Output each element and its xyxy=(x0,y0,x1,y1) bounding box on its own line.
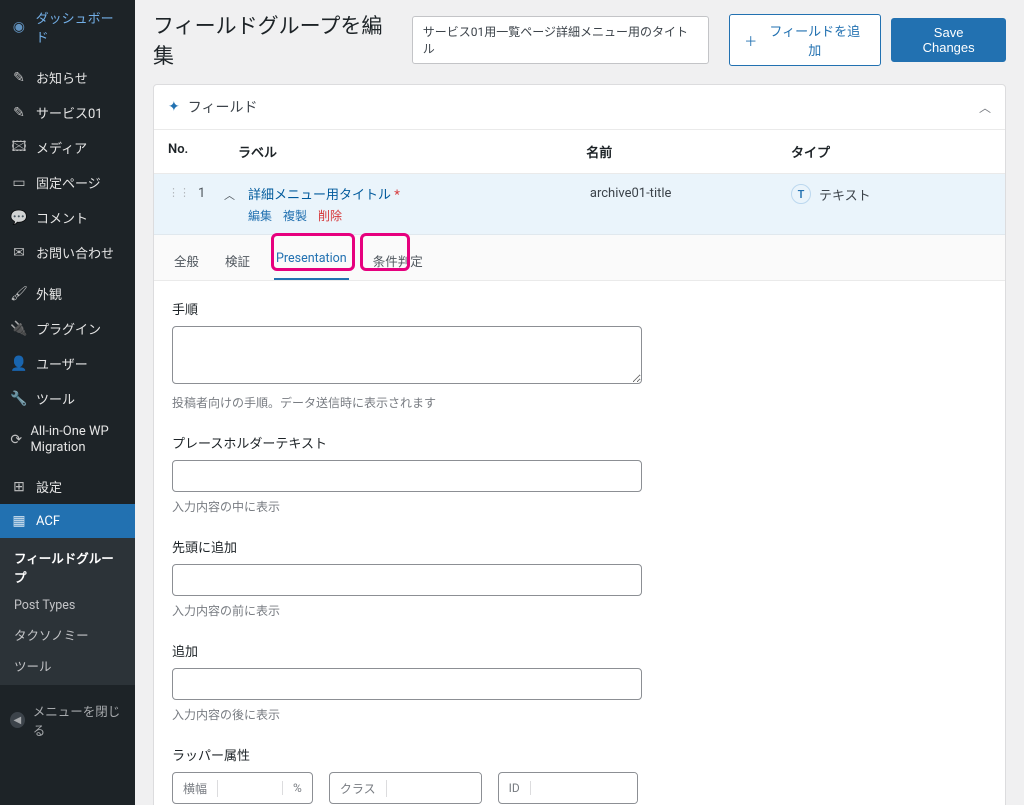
menu-contact[interactable]: ✉お問い合わせ xyxy=(0,235,135,270)
row-actions: 編集 複製 削除 xyxy=(248,207,590,224)
wrapper-id-box: ID xyxy=(498,772,638,804)
placeholder-input[interactable] xyxy=(172,460,642,492)
append-help: 入力内容の後に表示 xyxy=(172,706,987,723)
field-settings-body: 手順 投稿者向けの手順。データ送信時に表示されます プレースホルダーテキスト 入… xyxy=(154,281,1005,805)
wrapper-id-input[interactable] xyxy=(531,773,637,803)
wrapper-width-pct: % xyxy=(282,781,312,795)
instructions-textarea[interactable] xyxy=(172,326,642,384)
settings-icon: ⊞ xyxy=(10,478,28,496)
migrate-icon: ⟳ xyxy=(10,431,22,449)
page-title: フィールドグループを編集 xyxy=(153,10,402,70)
comment-icon: 💬 xyxy=(10,209,28,227)
append-label: 追加 xyxy=(172,641,987,660)
user-icon: 👤 xyxy=(10,355,28,373)
menu-tools[interactable]: 🔧ツール xyxy=(0,381,135,416)
group-name-badge: サービス01用一覧ページ詳細メニュー用のタイトル xyxy=(412,16,710,64)
menu-pages[interactable]: ▭固定ページ xyxy=(0,165,135,200)
tab-validation[interactable]: 検証 xyxy=(223,243,252,280)
submenu-tools[interactable]: ツール xyxy=(0,650,135,681)
instructions-help: 投稿者向けの手順。データ送信時に表示されます xyxy=(172,394,987,411)
collapse-field-icon[interactable]: ︿ xyxy=(224,187,248,203)
tab-conditional[interactable]: 条件判定 xyxy=(371,243,425,280)
wrapper-label: ラッパー属性 xyxy=(172,745,987,764)
chevron-up-icon: ︿ xyxy=(979,99,991,116)
col-label: ラベル xyxy=(238,142,586,161)
tab-general[interactable]: 全般 xyxy=(172,243,201,280)
menu-aiowpm[interactable]: ⟳All-in-One WP Migration xyxy=(0,416,135,463)
menu-plugins[interactable]: 🔌プラグイン xyxy=(0,311,135,346)
acf-submenu: フィールドグループ Post Types タクソノミー ツール xyxy=(0,538,135,685)
media-icon: 🖾 xyxy=(10,139,28,157)
wrapper-class-box: クラス xyxy=(329,772,482,804)
prepend-label: 先頭に追加 xyxy=(172,537,987,556)
wrapper-class-label: クラス xyxy=(330,780,387,797)
menu-news[interactable]: ✎お知らせ xyxy=(0,60,135,95)
placeholder-help: 入力内容の中に表示 xyxy=(172,498,987,515)
field-row[interactable]: ⋮⋮ 1 ︿ 詳細メニュー用タイトル * 編集 複製 削除 archive01-… xyxy=(154,174,1005,235)
add-field-button[interactable]: ＋フィールドを追加 xyxy=(729,14,881,66)
col-type: タイプ xyxy=(791,142,991,161)
wrapper-width-box: 横幅 % xyxy=(172,772,313,804)
plugin-icon: 🔌 xyxy=(10,320,28,338)
menu-users[interactable]: 👤ユーザー xyxy=(0,346,135,381)
save-changes-button[interactable]: Save Changes xyxy=(891,18,1006,62)
placeholder-label: プレースホルダーテキスト xyxy=(172,433,987,452)
mail-icon: ✉ xyxy=(10,244,28,262)
dashboard-icon: ◉ xyxy=(10,18,28,36)
megaphone-icon: ✎ xyxy=(10,69,28,87)
wrench-icon: 🔧 xyxy=(10,390,28,408)
tab-presentation[interactable]: Presentation xyxy=(274,243,349,280)
field-label[interactable]: 詳細メニュー用タイトル xyxy=(248,188,391,203)
delete-link[interactable]: 削除 xyxy=(318,209,342,223)
collapse-menu[interactable]: ◀メニューを閉じる xyxy=(0,691,135,749)
menu-appearance[interactable]: 🖌外観 xyxy=(0,276,135,311)
acf-icon: ▦ xyxy=(10,512,28,530)
submenu-post-types[interactable]: Post Types xyxy=(0,592,135,619)
required-indicator: * xyxy=(394,188,400,203)
panel-title: フィールド xyxy=(188,97,258,117)
field-name: archive01-title xyxy=(590,184,791,201)
wrapper-class-input[interactable] xyxy=(387,773,481,803)
page-icon: ▭ xyxy=(10,174,28,192)
menu-dashboard[interactable]: ◉ダッシュボード xyxy=(0,0,135,54)
duplicate-link[interactable]: 複製 xyxy=(283,209,307,223)
table-header: No. ラベル 名前 タイプ xyxy=(154,130,1005,174)
wrapper-width-input[interactable] xyxy=(218,773,282,803)
wrapper-id-label: ID xyxy=(499,781,531,795)
fields-panel: ✦ フィールド ︿ No. ラベル 名前 タイプ ⋮⋮ 1 ︿ 詳細メニュー用タ… xyxy=(153,84,1006,805)
wrapper-width-label: 横幅 xyxy=(173,780,218,797)
collapse-icon: ◀ xyxy=(10,712,25,728)
prepend-help: 入力内容の前に表示 xyxy=(172,602,987,619)
panel-header[interactable]: ✦ フィールド ︿ xyxy=(154,85,1005,130)
edit-link[interactable]: 編集 xyxy=(248,209,272,223)
field-type: テキスト xyxy=(819,185,871,204)
col-name: 名前 xyxy=(586,142,791,161)
fields-icon: ✦ xyxy=(168,99,180,115)
col-no: No. xyxy=(168,142,238,161)
drag-handle-icon[interactable]: ⋮⋮ xyxy=(168,186,190,199)
menu-settings[interactable]: ⊞設定 xyxy=(0,469,135,504)
instructions-label: 手順 xyxy=(172,299,987,318)
admin-sidebar: ◉ダッシュボード ✎お知らせ ✎サービス01 🖾メディア ▭固定ページ 💬コメン… xyxy=(0,0,135,805)
submenu-taxonomies[interactable]: タクソノミー xyxy=(0,619,135,650)
field-settings-tabs: 全般 検証 Presentation 条件判定 xyxy=(154,235,1005,281)
plus-icon: ＋ xyxy=(744,31,757,50)
menu-service01[interactable]: ✎サービス01 xyxy=(0,95,135,130)
menu-comments[interactable]: 💬コメント xyxy=(0,200,135,235)
main-content: フィールドグループを編集 サービス01用一覧ページ詳細メニュー用のタイトル ＋フ… xyxy=(135,0,1024,805)
append-input[interactable] xyxy=(172,668,642,700)
submenu-field-groups[interactable]: フィールドグループ xyxy=(0,542,135,592)
type-badge-icon: T xyxy=(791,184,811,204)
menu-media[interactable]: 🖾メディア xyxy=(0,130,135,165)
page-header: フィールドグループを編集 サービス01用一覧ページ詳細メニュー用のタイトル ＋フ… xyxy=(153,10,1006,70)
menu-acf[interactable]: ▦ACF xyxy=(0,504,135,538)
field-number: 1 xyxy=(198,186,224,201)
prepend-input[interactable] xyxy=(172,564,642,596)
pen-icon: ✎ xyxy=(10,104,28,122)
brush-icon: 🖌 xyxy=(10,285,28,303)
